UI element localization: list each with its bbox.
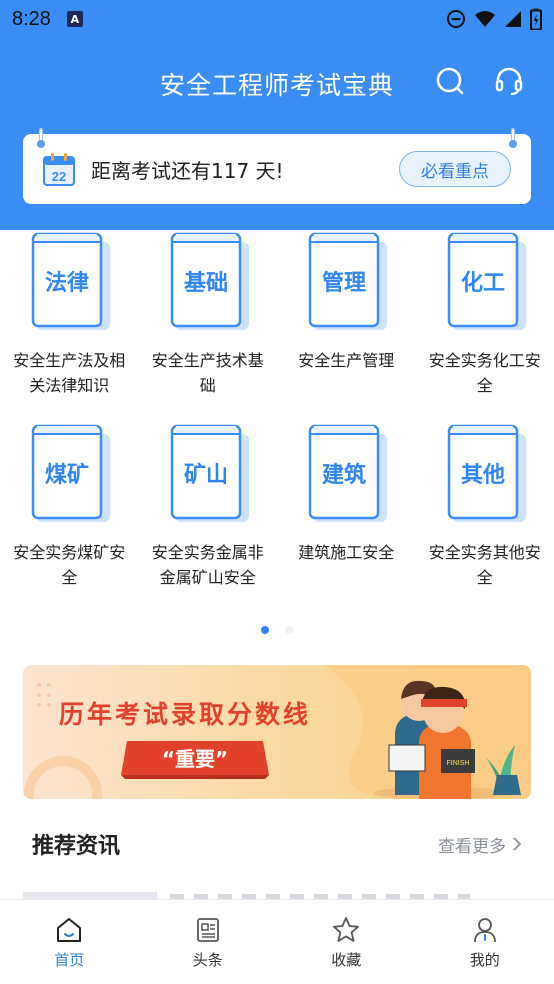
category-label: 安全实务化工安全 <box>428 351 541 395</box>
book-icon: 化工 <box>447 232 526 330</box>
key-points-button[interactable]: 必看重点 <box>399 151 511 187</box>
book-icon: 基础 <box>170 232 249 330</box>
book-icon: 矿山 <box>170 424 249 522</box>
view-more-label: 查看更多 <box>438 836 506 857</box>
banner-title: 历年考试录取分数线 <box>59 700 312 729</box>
pager-dots <box>0 626 554 634</box>
book-title: 其他 <box>461 463 505 488</box>
exam-countdown-card: 22 距离考试还有117 天! 必看重点 <box>23 128 531 204</box>
book-cover-text: FINISH <box>447 760 470 767</box>
news-section-title: 推荐资讯 <box>32 834 121 859</box>
category-mining[interactable]: 矿山 安全实务金属非金属矿山安全 <box>139 422 278 614</box>
tab-profile[interactable]: 我的 <box>416 900 554 984</box>
category-chemical[interactable]: 化工 安全实务化工安全 <box>416 230 554 422</box>
card-pin-left <box>37 128 45 148</box>
banner-tag: “重要” <box>119 739 271 779</box>
book-icon: 煤矿 <box>32 424 111 522</box>
category-label: 安全实务金属非金属矿山安全 <box>151 543 264 587</box>
score-line-banner[interactable]: FINISH 历年考试录取分数线 “重要” <box>23 665 531 799</box>
exam-countdown-text: 距离考试还有117 天! <box>91 158 284 183</box>
category-label: 安全实务其他安全 <box>428 543 541 587</box>
star-icon <box>333 917 360 942</box>
category-construction[interactable]: 建筑 建筑施工安全 <box>277 422 416 614</box>
banner-tag-text: “重要” <box>161 746 229 771</box>
chevron-right-icon <box>513 837 522 851</box>
tab-news[interactable]: 头条 <box>139 900 278 984</box>
category-other[interactable]: 其他 安全实务其他安全 <box>416 422 554 614</box>
book-icon: 管理 <box>309 232 388 330</box>
search-icon[interactable] <box>434 65 466 97</box>
category-management[interactable]: 管理 安全生产管理 <box>277 230 416 422</box>
news-icon <box>196 918 219 942</box>
status-time: 8:28 <box>12 7 51 30</box>
book-title: 建筑 <box>322 462 366 488</box>
book-title: 法律 <box>45 270 89 296</box>
book-title: 管理 <box>322 270 366 296</box>
status-bar: 8:28 A <box>0 0 554 38</box>
book-icon: 建筑 <box>309 424 388 522</box>
calendar-day: 22 <box>52 169 66 184</box>
category-coal[interactable]: 煤矿 安全实务煤矿安全 <box>0 422 139 614</box>
book-title: 煤矿 <box>45 462 89 488</box>
bottom-tab-bar: 首页 头条 收藏 我的 <box>0 899 554 984</box>
book-icon: 法律 <box>32 232 111 330</box>
pager-dot-active[interactable] <box>261 626 269 634</box>
app-header: 安全工程师考试宝典 22 距离考试还有117 天! 必看重点 <box>0 38 554 230</box>
category-grid: 法律 安全生产法及相关法律知识 基础 安全生产技术基础 管理 安全生产管理 化工… <box>0 230 554 614</box>
calendar-icon: 22 <box>43 153 75 186</box>
category-label: 安全实务煤矿安全 <box>13 543 126 587</box>
card-pin-right <box>509 128 517 148</box>
tab-favorites[interactable]: 收藏 <box>277 900 416 984</box>
category-label: 安全生产技术基础 <box>151 351 264 395</box>
category-label: 建筑施工安全 <box>298 543 395 562</box>
wifi-icon <box>475 11 495 27</box>
view-more-link[interactable]: 查看更多 <box>438 832 522 857</box>
do-not-disturb-icon <box>447 10 465 28</box>
pager-dot[interactable] <box>285 626 293 634</box>
tab-label: 首页 <box>54 951 85 969</box>
banner-decoration: FINISH <box>24 665 531 799</box>
tab-label: 收藏 <box>331 951 362 969</box>
notification-a-icon: A <box>66 11 83 27</box>
home-icon <box>57 918 82 942</box>
app-title: 安全工程师考试宝典 <box>159 71 394 100</box>
signal-icon <box>505 11 521 27</box>
book-title: 矿山 <box>184 462 228 488</box>
news-section-header: 推荐资讯 查看更多 <box>32 826 522 862</box>
battery-icon <box>530 8 542 30</box>
user-icon <box>473 918 496 943</box>
tab-label: 头条 <box>192 951 223 969</box>
category-law[interactable]: 法律 安全生产法及相关法律知识 <box>0 230 139 422</box>
headset-icon[interactable] <box>493 65 525 97</box>
book-title: 化工 <box>461 270 505 296</box>
book-title: 基础 <box>184 271 228 296</box>
category-label: 安全生产管理 <box>298 351 395 370</box>
tab-label: 我的 <box>469 951 500 969</box>
status-icons <box>446 8 542 30</box>
tab-home[interactable]: 首页 <box>0 900 139 984</box>
category-basics[interactable]: 基础 安全生产技术基础 <box>139 230 278 422</box>
category-label: 安全生产法及相关法律知识 <box>13 351 126 395</box>
book-icon: 其他 <box>447 424 526 522</box>
